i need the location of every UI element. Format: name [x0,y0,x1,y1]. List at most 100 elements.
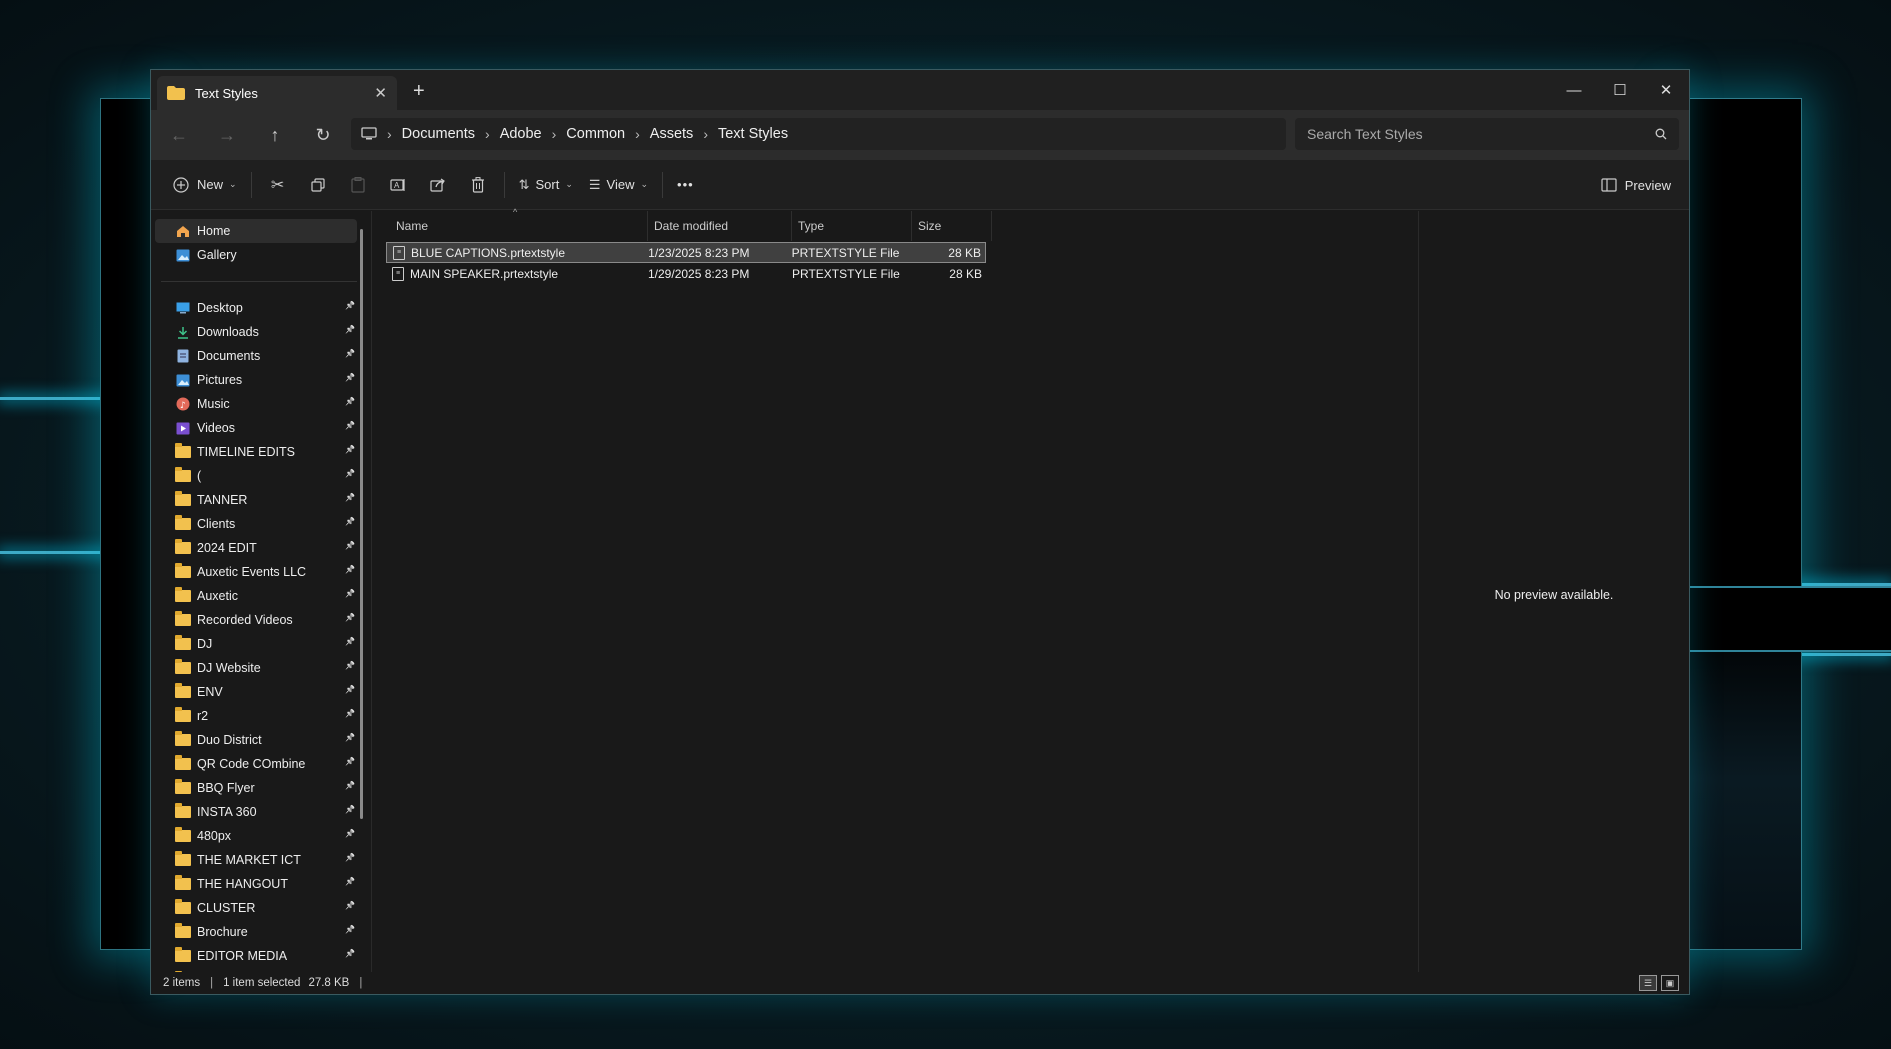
breadcrumb-documents[interactable]: Documents [402,126,475,142]
search-icon[interactable] [1655,128,1667,140]
sidebar-item-480px[interactable]: 480px 📌 [151,824,357,848]
pin-icon[interactable]: 📌 [345,541,355,550]
pin-icon[interactable]: 📌 [345,421,355,430]
file-row[interactable]: ≡ MAIN SPEAKER.prtextstyle 1/29/2025 8:23 … [386,263,986,284]
sidebar-item-the-market-ict[interactable]: THE MARKET ICT 📌 [151,848,357,872]
sidebar-item-desktop[interactable]: Desktop 📌 [151,296,357,320]
sidebar-item-clients[interactable]: Clients 📌 [151,512,357,536]
sidebar-item-home[interactable]: Home [155,219,357,243]
file-row[interactable]: ≡ BLUE CAPTIONS.prtextstyle 1/23/2025 8:23… [386,242,986,263]
chevron-right-icon[interactable]: › [635,126,640,142]
pin-icon[interactable]: 📌 [345,301,355,310]
new-tab-button[interactable]: + [413,80,425,103]
copy-icon[interactable] [298,168,338,202]
minimize-button[interactable]: — [1551,70,1597,110]
tab-text-styles[interactable]: Text Styles ✕ [157,76,397,110]
pin-icon[interactable]: 📌 [345,757,355,766]
preview-button[interactable]: Preview [1601,168,1671,202]
pin-icon[interactable]: 📌 [345,637,355,646]
column-header-type[interactable]: Type [792,211,912,241]
sidebar-item-[interactable]: (📌 [151,464,357,488]
close-window-button[interactable]: ✕ [1643,70,1689,110]
sidebar-item-cluster[interactable]: CLUSTER 📌 [151,896,357,920]
details-view-icon[interactable]: ☰ [1639,975,1657,991]
pin-icon[interactable]: 📌 [345,469,355,478]
breadcrumb-adobe[interactable]: Adobe [500,126,542,142]
tiles-view-icon[interactable]: ▣ [1661,975,1679,991]
sidebar-item-dj[interactable]: DJ 📌 [151,632,357,656]
cut-icon[interactable]: ✂ [258,168,298,202]
paste-icon[interactable] [338,168,378,202]
pin-icon[interactable]: 📌 [345,397,355,406]
pin-icon[interactable]: 📌 [345,853,355,862]
pin-icon[interactable]: 📌 [345,325,355,334]
maximize-button[interactable]: ☐ [1597,70,1643,110]
chevron-right-icon[interactable]: › [485,126,490,142]
pin-icon[interactable]: 📌 [345,709,355,718]
sidebar-scrollbar[interactable] [360,229,363,819]
sidebar-item-gallery[interactable]: Gallery [151,243,357,267]
sidebar-item-r2[interactable]: r2 📌 [151,704,357,728]
pin-icon[interactable]: 📌 [345,613,355,622]
address-bar[interactable]: › Documents › Adobe › Common › Assets › … [351,118,1286,150]
sidebar-item-duo-district[interactable]: Duo District 📌 [151,728,357,752]
sidebar-item-videos[interactable]: Videos 📌 [151,416,357,440]
column-header-name[interactable]: Name [390,211,648,241]
sidebar-item-tanner[interactable]: TANNER 📌 [151,488,357,512]
sidebar-item-2024-edit[interactable]: 2024 EDIT 📌 [151,536,357,560]
sidebar-item-qr-code-combine[interactable]: QR Code COmbine 📌 [151,752,357,776]
back-arrow-icon[interactable]: ← [155,115,203,155]
pin-icon[interactable]: 📌 [345,661,355,670]
column-header-size[interactable]: Size [912,211,992,241]
pin-icon[interactable]: 📌 [345,685,355,694]
pin-icon[interactable]: 📌 [345,829,355,838]
forward-arrow-icon[interactable]: → [203,115,251,155]
up-arrow-icon[interactable]: ↑ [251,115,299,155]
sidebar-item-auxetic[interactable]: Auxetic 📌 [151,584,357,608]
sidebar-item-recorded-videos[interactable]: Recorded Videos 📌 [151,608,357,632]
this-pc-icon[interactable] [361,127,377,141]
breadcrumb-assets[interactable]: Assets [650,126,694,142]
pin-icon[interactable]: 📌 [345,901,355,910]
sidebar-item-dj-website[interactable]: DJ Website 📌 [151,656,357,680]
view-button[interactable]: ☰ View ⌄ [581,168,656,202]
pin-icon[interactable]: 📌 [345,733,355,742]
pin-icon[interactable]: 📌 [345,493,355,502]
share-icon[interactable] [418,168,458,202]
sort-button[interactable]: ⇅ Sort ⌄ [511,168,581,202]
pin-icon[interactable]: 📌 [345,517,355,526]
column-header-date[interactable]: Date modified [648,211,792,241]
pin-icon[interactable]: 📌 [345,925,355,934]
pin-icon[interactable]: 📌 [345,373,355,382]
sidebar-item-insta-360[interactable]: INSTA 360 📌 [151,800,357,824]
chevron-right-icon[interactable]: › [703,126,708,142]
delete-icon[interactable] [458,168,498,202]
sidebar-item-timeline-edits[interactable]: TIMELINE EDITS 📌 [151,440,357,464]
new-button[interactable]: New ⌄ [165,168,245,202]
pin-icon[interactable]: 📌 [345,445,355,454]
search-input[interactable]: Search Text Styles [1295,118,1679,150]
pin-icon[interactable]: 📌 [345,589,355,598]
sidebar-item-pictures[interactable]: Pictures 📌 [151,368,357,392]
sidebar-item-brochure[interactable]: Brochure 📌 [151,920,357,944]
pin-icon[interactable]: 📌 [345,349,355,358]
rename-icon[interactable]: A [378,168,418,202]
breadcrumb-text-styles[interactable]: Text Styles [718,126,788,142]
sidebar-item-the-hangout[interactable]: THE HANGOUT 📌 [151,872,357,896]
sidebar-item-bbq-flyer[interactable]: BBQ Flyer 📌 [151,776,357,800]
sidebar-item-documents[interactable]: Documents 📌 [151,344,357,368]
pin-icon[interactable]: 📌 [345,781,355,790]
sidebar-item-music[interactable]: ♪ Music 📌 [151,392,357,416]
close-tab-icon[interactable]: ✕ [374,84,387,102]
chevron-right-icon[interactable]: › [387,126,392,142]
pin-icon[interactable]: 📌 [345,949,355,958]
sidebar-item-env[interactable]: ENV 📌 [151,680,357,704]
pin-icon[interactable]: 📌 [345,877,355,886]
more-options-button[interactable]: ••• [669,168,702,202]
sidebar-item-auxetic-events-llc[interactable]: Auxetic Events LLC 📌 [151,560,357,584]
refresh-icon[interactable]: ↻ [299,115,347,155]
pin-icon[interactable]: 📌 [345,805,355,814]
chevron-right-icon[interactable]: › [552,126,557,142]
sidebar-item-downloads[interactable]: Downloads 📌 [151,320,357,344]
sidebar-item-editor-media[interactable]: EDITOR MEDIA 📌 [151,944,357,968]
